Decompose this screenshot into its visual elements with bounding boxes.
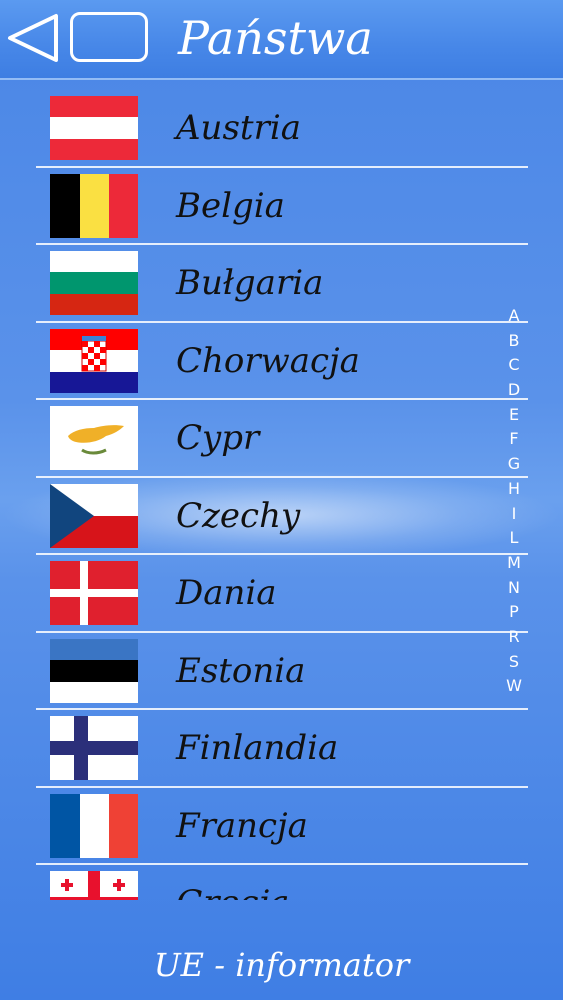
index-letter[interactable]: P bbox=[502, 600, 526, 625]
index-letter[interactable]: G bbox=[502, 452, 526, 477]
index-letter[interactable]: H bbox=[502, 477, 526, 502]
index-letter[interactable]: A bbox=[502, 304, 526, 329]
list-item[interactable]: Belgia bbox=[36, 168, 528, 245]
country-name: Bułgaria bbox=[176, 263, 324, 303]
index-letter[interactable]: W bbox=[502, 674, 526, 699]
list-item[interactable]: Bułgaria bbox=[36, 245, 528, 323]
croatia-flag-icon bbox=[50, 328, 138, 393]
finland-flag-icon bbox=[50, 716, 138, 780]
back-button[interactable] bbox=[6, 12, 62, 64]
estonia-flag-icon bbox=[50, 638, 138, 703]
country-name: Chorwacja bbox=[176, 340, 360, 381]
cyprus-flag-icon bbox=[50, 406, 138, 470]
list-item[interactable]: Cypr bbox=[36, 400, 528, 478]
belgium-flag-icon bbox=[50, 173, 138, 238]
czech-flag-icon bbox=[50, 483, 138, 548]
france-flag-icon bbox=[50, 793, 138, 858]
back-arrow-icon bbox=[8, 14, 58, 62]
country-name: Finlandia bbox=[176, 728, 339, 768]
bulgaria-flag-icon bbox=[50, 251, 138, 315]
index-letter[interactable]: S bbox=[502, 650, 526, 675]
header-bar: Państwa bbox=[0, 0, 563, 80]
country-name: Belgia bbox=[176, 185, 285, 226]
index-letter[interactable]: R bbox=[502, 625, 526, 650]
index-letter[interactable]: L bbox=[502, 526, 526, 551]
country-name: Czechy bbox=[176, 495, 301, 536]
country-name: Austria bbox=[176, 108, 301, 148]
country-name: Francja bbox=[176, 805, 308, 846]
page-title: Państwa bbox=[178, 11, 373, 65]
index-letter[interactable]: I bbox=[502, 502, 526, 527]
list-item[interactable]: Czechy bbox=[36, 478, 528, 555]
country-name: Cypr bbox=[176, 418, 260, 458]
list-item[interactable]: Francja bbox=[36, 788, 528, 865]
index-letter[interactable]: E bbox=[502, 403, 526, 428]
denmark-flag-icon bbox=[50, 561, 138, 625]
country-list[interactable]: Austria Belgia Bułgaria Chorwacja Cypr C… bbox=[36, 90, 528, 900]
list-item[interactable]: Estonia bbox=[36, 633, 528, 710]
country-name: Estonia bbox=[176, 650, 306, 691]
index-letter[interactable]: C bbox=[502, 353, 526, 378]
list-item[interactable]: Dania bbox=[36, 555, 528, 633]
country-name: Dania bbox=[176, 573, 277, 613]
alphabet-index[interactable]: ABCDEFGHILMNPRSW bbox=[502, 304, 526, 699]
index-letter[interactable]: D bbox=[502, 378, 526, 403]
list-item[interactable]: Finlandia bbox=[36, 710, 528, 788]
home-button[interactable] bbox=[70, 12, 148, 62]
footer-label: UE - informator bbox=[153, 946, 410, 984]
country-name: Grecja bbox=[176, 879, 289, 900]
index-letter[interactable]: B bbox=[502, 329, 526, 354]
index-letter[interactable]: F bbox=[502, 427, 526, 452]
index-letter[interactable]: N bbox=[502, 576, 526, 601]
list-item[interactable]: Austria bbox=[36, 90, 528, 168]
index-letter[interactable]: M bbox=[502, 551, 526, 576]
list-item[interactable]: Grecja bbox=[36, 865, 528, 900]
georgia-flag-icon bbox=[50, 871, 138, 900]
list-item[interactable]: Chorwacja bbox=[36, 323, 528, 400]
austria-flag-icon bbox=[50, 96, 138, 160]
